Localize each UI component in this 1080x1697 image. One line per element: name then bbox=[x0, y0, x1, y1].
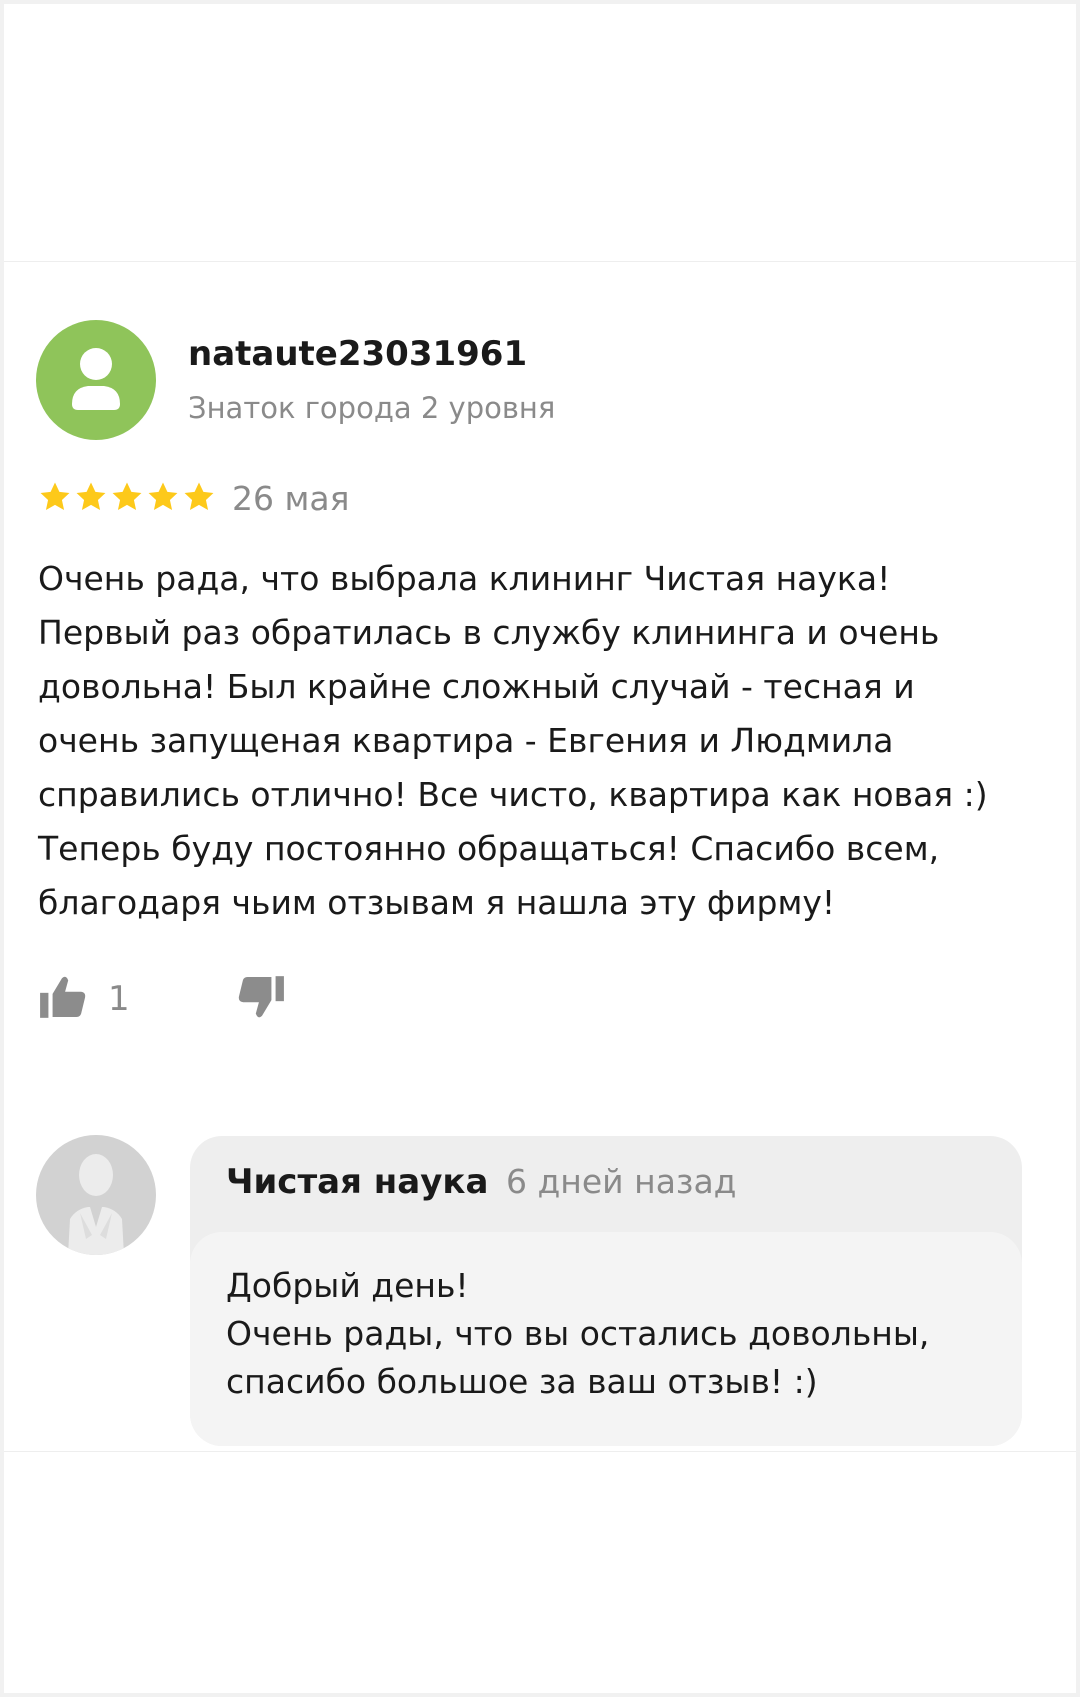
reply-date: 6 дней назад bbox=[506, 1162, 737, 1201]
rating-stars bbox=[38, 480, 216, 520]
author-name[interactable]: nataute23031961 bbox=[188, 334, 527, 374]
star-icon bbox=[40, 482, 70, 511]
review-date: 26 мая bbox=[232, 479, 350, 518]
bottom-divider bbox=[4, 1451, 1076, 1452]
author-level: Знаток города 2 уровня bbox=[188, 391, 556, 425]
review-text: Очень рада, что выбрала клининг Чистая н… bbox=[38, 559, 988, 922]
star-icon bbox=[184, 482, 214, 511]
star-icon bbox=[76, 482, 106, 511]
like-button[interactable] bbox=[38, 972, 98, 1024]
thumbs-up-icon bbox=[40, 976, 86, 1018]
organization-reply: Чистая наука 6 дней назад Добрый день! О… bbox=[190, 1136, 1022, 1446]
star-icon bbox=[148, 482, 178, 511]
organization-name[interactable]: Чистая наука bbox=[226, 1162, 488, 1202]
like-count: 1 bbox=[108, 979, 130, 1019]
top-divider bbox=[4, 261, 1076, 262]
thumbs-down-icon bbox=[238, 976, 284, 1018]
business-person-icon bbox=[68, 1154, 124, 1255]
reply-text: Добрый день! Очень рады, что вы остались… bbox=[226, 1266, 930, 1401]
user-silhouette-icon bbox=[72, 348, 120, 410]
review-card: nataute23031961 Знаток города 2 уровня 2… bbox=[4, 4, 1076, 1693]
reply-body: Добрый день! Очень рады, что вы остались… bbox=[190, 1232, 1022, 1446]
organization-avatar bbox=[36, 1135, 156, 1255]
star-icon bbox=[112, 482, 142, 511]
user-avatar[interactable] bbox=[36, 320, 156, 440]
dislike-button[interactable] bbox=[236, 972, 296, 1024]
